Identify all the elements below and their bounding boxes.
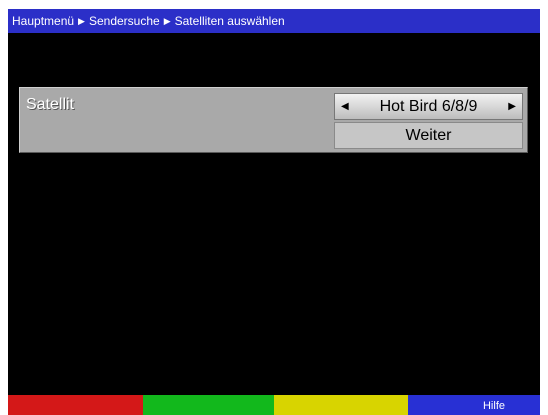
arrow-left-icon[interactable]: ◀ bbox=[341, 94, 349, 119]
satellite-label: Satellit bbox=[26, 96, 75, 113]
satellite-settings-panel: Satellit Hot Bird 6/8/9 ◀ ▶ Weiter bbox=[19, 87, 528, 153]
breadcrumb-item-channel-search[interactable]: Sendersuche bbox=[89, 14, 160, 28]
breadcrumb-separator-icon: ▶ bbox=[163, 16, 171, 26]
arrow-right-icon[interactable]: ▶ bbox=[508, 94, 516, 119]
blue-key-help[interactable]: Hilfe bbox=[408, 395, 540, 415]
green-key[interactable] bbox=[143, 395, 274, 415]
tv-screen: Hauptmenü ▶ Sendersuche ▶ Satelliten auswähl… bbox=[8, 9, 540, 415]
next-button[interactable]: Weiter bbox=[334, 122, 523, 149]
satellite-selector[interactable]: Hot Bird 6/8/9 ◀ ▶ bbox=[334, 93, 523, 120]
red-key[interactable] bbox=[8, 395, 143, 415]
breadcrumb-item-select-satellite: Satelliten auswählen bbox=[174, 14, 285, 28]
color-key-bar: Hilfe bbox=[8, 395, 540, 415]
yellow-key[interactable] bbox=[274, 395, 408, 415]
breadcrumb-separator-icon: ▶ bbox=[78, 16, 85, 26]
breadcrumb: Hauptmenü ▶ Sendersuche ▶ Satelliten auswähl… bbox=[8, 9, 540, 33]
breadcrumb-item-main-menu[interactable]: Hauptmenü bbox=[12, 14, 74, 28]
satellite-selected-value: Hot Bird 6/8/9 bbox=[379, 98, 478, 115]
